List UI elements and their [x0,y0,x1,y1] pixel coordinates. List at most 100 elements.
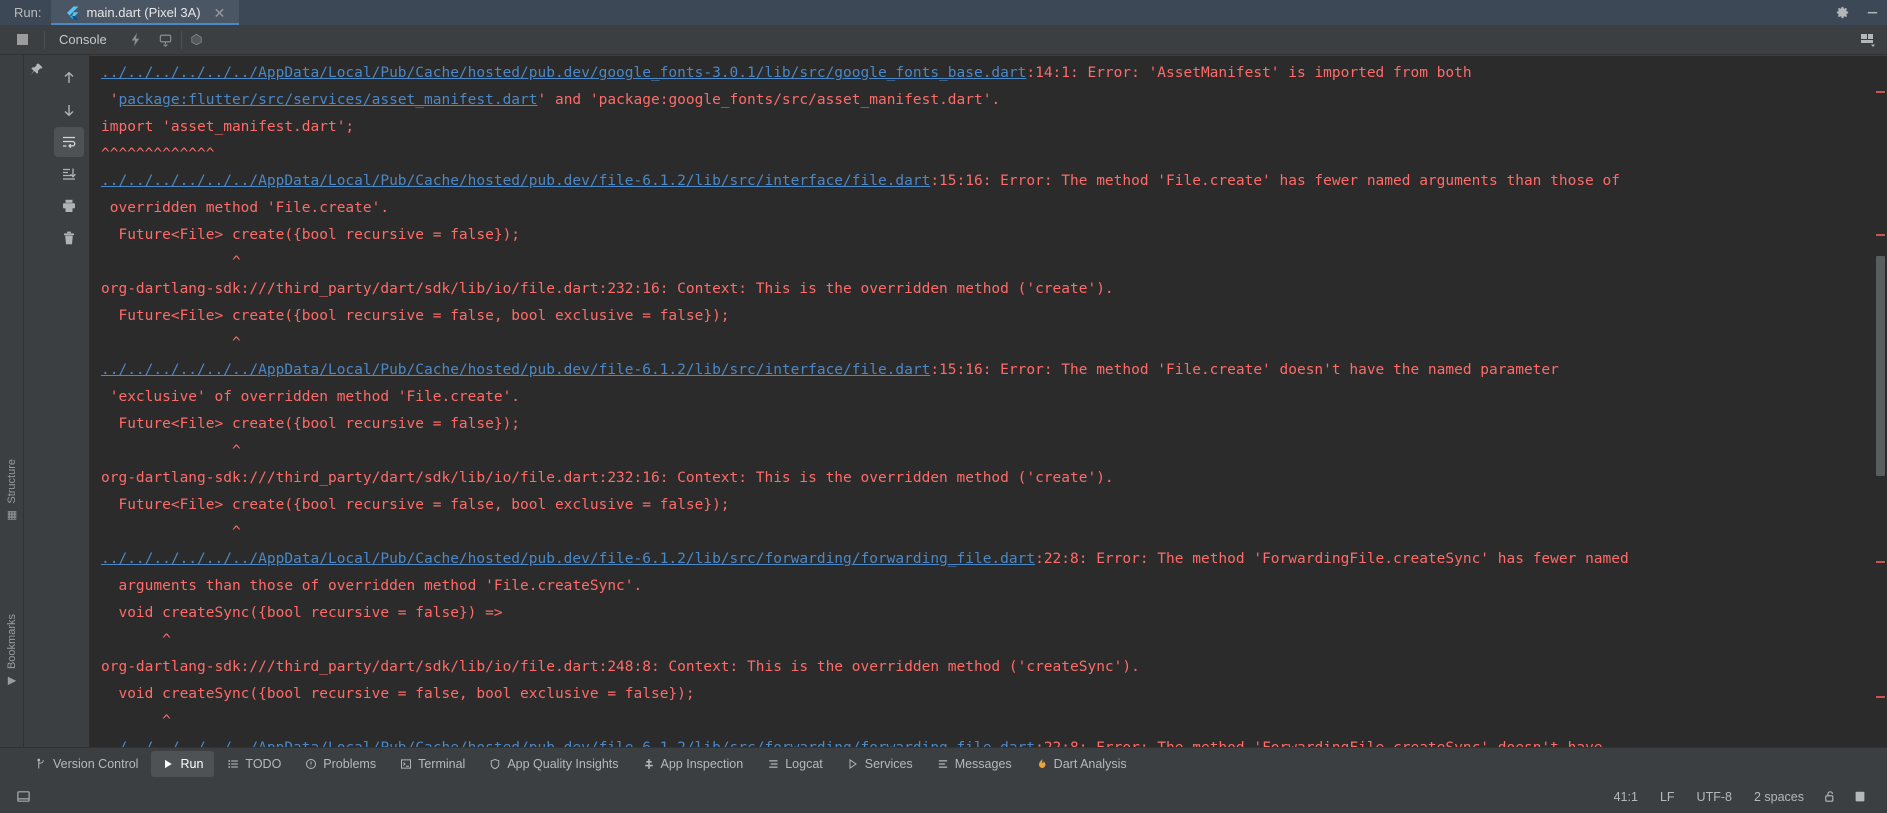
line-separator[interactable]: LF [1649,790,1686,804]
console-scrollbar-thumb[interactable] [1876,256,1885,476]
soft-wrap-icon[interactable] [53,127,84,157]
error-stripe-mark[interactable] [1876,561,1885,563]
console-line: ^ [90,249,1875,276]
sidebar-item-bookmarks[interactable]: ◀ Bookmarks [0,614,24,688]
down-arrow-icon[interactable] [54,95,84,125]
caret-position[interactable]: 41:1 [1603,790,1649,804]
console-text: ^ [101,254,241,270]
run-window-label: Run: [14,5,42,20]
tool-window-tab-label: Dart Analysis [1053,757,1127,771]
tool-window-tab-logcat[interactable]: Logcat [756,751,834,777]
unlocked-icon[interactable] [1815,789,1845,804]
console-text: org-dartlang-sdk:///third_party/dart/sdk… [101,659,1140,675]
tool-window-tab-dart-analysis[interactable]: Dart Analysis [1025,751,1138,777]
tool-window-tab-label: App Inspection [660,757,744,771]
camera-debug-icon[interactable] [151,25,181,54]
run-configuration-tab[interactable]: main.dart (Pixel 3A) ✕ [51,0,240,25]
console-text: void createSync({bool recursive = false}… [101,605,503,621]
console-line: ^ [90,519,1875,546]
console-text: 'exclusive' of overridden method 'File.c… [101,389,521,405]
minimize-icon[interactable] [1857,0,1887,25]
gear-icon[interactable] [1827,0,1857,25]
error-stripe-mark[interactable] [1876,91,1885,93]
tool-window-tab-app-quality-insights[interactable]: App Quality Insights [478,751,629,777]
tool-window-tab-label: TODO [245,757,282,771]
console-line: overridden method 'File.create'. [90,195,1875,222]
console-text: :15:16: Error: The method 'File.create' … [930,173,1620,189]
run-window-titlebar: Run: main.dart (Pixel 3A) ✕ [0,0,1887,25]
event-log-icon[interactable] [1845,789,1875,804]
error-stripe-mark[interactable] [1876,234,1885,236]
console-output[interactable]: ../../../../../../AppData/Local/Pub/Cach… [90,56,1875,767]
dart-devtools-icon[interactable] [182,25,212,54]
console-file-link[interactable]: ../../../../../../AppData/Local/Pub/Cach… [101,551,1035,567]
lightning-icon[interactable] [121,25,151,54]
tool-window-tab-services[interactable]: Services [836,751,924,777]
tab-console[interactable]: Console [45,25,121,54]
structure-label: Structure [6,459,18,504]
logcat-icon [767,758,779,770]
console-line: 'exclusive' of overridden method 'File.c… [90,384,1875,411]
console-file-link[interactable]: ../../../../../../AppData/Local/Pub/Cach… [101,65,1026,81]
tool-window-tab-problems[interactable]: Problems [294,751,387,777]
console-file-link[interactable]: package:flutter/src/services/asset_manif… [118,92,537,108]
toggle-toolwindows-icon[interactable] [16,789,31,804]
tool-window-tab-app-inspection[interactable]: App Inspection [632,751,755,777]
tool-window-tab-label: Terminal [418,757,466,771]
console-text: Future<File> create({bool recursive = fa… [101,497,730,513]
console-text: org-dartlang-sdk:///third_party/dart/sdk… [101,281,1114,297]
console-line: org-dartlang-sdk:///third_party/dart/sdk… [90,654,1875,681]
console-text: ^ [101,524,241,540]
console-text: ^ [101,335,241,351]
scroll-to-end-icon[interactable] [54,159,84,189]
warning-circle-icon [305,758,317,770]
tool-window-tab-label: Logcat [785,757,823,771]
console-line: Future<File> create({bool recursive = fa… [90,303,1875,330]
terminal-icon [400,758,412,770]
sidebar-item-structure[interactable]: ▦ Structure [0,459,24,523]
tool-window-tab-messages[interactable]: Messages [926,751,1023,777]
console-line: ^ [90,708,1875,735]
console-line: arguments than those of overridden metho… [90,573,1875,600]
dart-flame-icon [1036,758,1048,770]
print-icon[interactable] [54,191,84,221]
bookmarks-label: Bookmarks [6,613,18,669]
console-text: Future<File> create({bool recursive = fa… [101,416,521,432]
console-scrollbar-track[interactable] [1874,56,1887,767]
error-stripe-mark[interactable] [1876,696,1885,698]
console-text: arguments than those of overridden metho… [101,578,643,594]
console-text: ^^^^^^^^^^^^^ [101,146,215,162]
console-file-link[interactable]: ../../../../../../AppData/Local/Pub/Cach… [101,362,930,378]
tool-window-tab-run[interactable]: Run [151,751,215,777]
stop-icon [16,34,28,45]
console-side-toolbar [48,55,90,778]
console-line: org-dartlang-sdk:///third_party/dart/sdk… [90,276,1875,303]
console-file-link[interactable]: ../../../../../../AppData/Local/Pub/Cach… [101,173,930,189]
pin-icon[interactable] [24,55,48,83]
list-icon [227,758,239,770]
tool-window-tab-label: Messages [954,757,1012,771]
close-icon[interactable]: ✕ [212,6,228,20]
console-line: ^ [90,438,1875,465]
tool-window-tab-version-control[interactable]: Version Control [24,751,149,777]
console-line: ../../../../../../AppData/Local/Pub/Cach… [90,168,1875,195]
tool-window-tab-todo[interactable]: TODO [216,751,292,777]
console-line: 'package:flutter/src/services/asset_mani… [90,87,1875,114]
encoding[interactable]: UTF-8 [1686,790,1743,804]
branch-icon [35,758,47,770]
stop-process-button[interactable] [0,34,44,45]
tool-window-tab-terminal[interactable]: Terminal [389,751,476,777]
console-line: ../../../../../../AppData/Local/Pub/Cach… [90,60,1875,87]
window-layout-icon[interactable] [1849,25,1887,54]
console-text: :22:8: Error: The method 'ForwardingFile… [1035,551,1629,567]
console-text: ^ [101,443,241,459]
console-text: overridden method 'File.create'. [101,200,390,216]
console-text: Future<File> create({bool recursive = fa… [101,308,730,324]
indent-setting[interactable]: 2 spaces [1743,790,1815,804]
trash-icon[interactable] [54,223,84,253]
console-line: void createSync({bool recursive = false,… [90,681,1875,708]
services-icon [847,758,859,770]
up-arrow-icon[interactable] [54,63,84,93]
tool-window-tab-label: Version Control [53,757,139,771]
console-text: :15:16: Error: The method 'File.create' … [930,362,1559,378]
